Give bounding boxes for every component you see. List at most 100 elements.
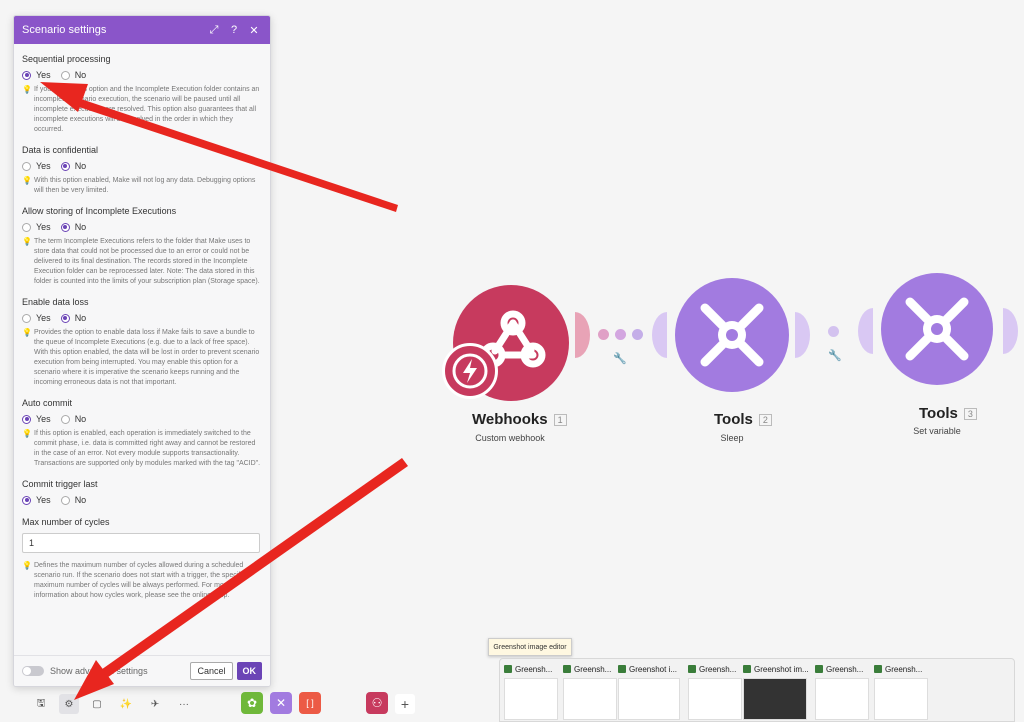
radio-label: No xyxy=(74,414,87,424)
taskbar-thumbnail[interactable]: Greensh... xyxy=(815,663,873,721)
radio-no[interactable]: No xyxy=(60,70,87,80)
section-title: Data is confidential xyxy=(22,145,99,155)
radio-dot[interactable] xyxy=(22,161,31,171)
app-tile-webhooks[interactable]: ⚇ xyxy=(366,692,388,714)
radio-yes[interactable]: Yes xyxy=(22,495,51,505)
radio-group: Yes No xyxy=(22,313,262,323)
add-module-button[interactable]: + xyxy=(395,694,415,714)
radio-dot[interactable] xyxy=(22,313,31,323)
panel-header: Scenario settings ⤢ ? ✕ xyxy=(14,16,270,44)
radio-yes[interactable]: Yes xyxy=(22,313,51,323)
radio-no[interactable]: No xyxy=(60,495,86,505)
greenshot-icon xyxy=(874,665,882,673)
task-label-text: Greenshot i... xyxy=(629,664,678,674)
module-tools-sleep[interactable] xyxy=(675,278,789,392)
close-icon[interactable]: ✕ xyxy=(246,24,262,37)
expand-icon[interactable]: ⤢ xyxy=(206,24,222,37)
radio-dot[interactable] xyxy=(22,222,31,232)
task-label: Greenshot im... xyxy=(743,663,811,675)
hint: 💡 With this option enabled, Make will not… xyxy=(22,176,262,196)
task-label-text: Greensh... xyxy=(826,664,864,674)
radio-group: Yes No xyxy=(22,414,262,424)
taskbar-thumbnail[interactable]: Greensh... xyxy=(874,663,932,721)
task-label: Greensh... xyxy=(874,663,932,675)
radio-label: No xyxy=(74,222,87,232)
taskbar-thumbnail[interactable]: Greensh... xyxy=(504,663,562,721)
radio-label: Yes xyxy=(36,161,51,171)
lightbulb-icon: 💡 xyxy=(22,85,32,94)
radio-label: No xyxy=(74,70,87,80)
airplane-icon[interactable]: ✈ xyxy=(145,694,165,714)
thumbnail-image xyxy=(743,678,807,720)
task-label: Greensh... xyxy=(504,663,562,675)
greenshot-icon xyxy=(563,665,571,673)
section-title: Sequential processing xyxy=(22,54,111,64)
radio-yes[interactable]: Yes xyxy=(22,222,51,232)
tools-icon xyxy=(700,303,764,367)
cancel-button[interactable]: Cancel xyxy=(190,662,233,680)
radio-no[interactable]: No xyxy=(60,222,87,232)
radio-dot[interactable] xyxy=(22,414,31,424)
lightbulb-icon: 💡 xyxy=(22,429,32,438)
link-dot xyxy=(828,326,839,337)
taskbar-thumbnails: Greensh... Greensh... Greenshot i... Gre… xyxy=(499,658,1015,722)
task-label-text: Greensh... xyxy=(885,664,923,674)
module-title: Webhooks 1 xyxy=(472,411,567,428)
gear-icon[interactable]: ⚙ xyxy=(59,694,79,714)
radio-yes[interactable]: Yes xyxy=(22,414,51,424)
radio-no[interactable]: No xyxy=(60,313,87,323)
taskbar-thumbnail[interactable]: Greensh... xyxy=(688,663,746,721)
wrench-icon[interactable]: 🔧 xyxy=(828,349,842,362)
radio-dot[interactable] xyxy=(22,70,31,80)
section-incomplete-executions: Allow storing of Incomplete Executions Y… xyxy=(22,206,262,287)
thumbnail-image xyxy=(874,678,928,720)
wrench-icon[interactable]: 🔧 xyxy=(613,352,627,365)
radio-dot[interactable] xyxy=(60,161,70,171)
section-auto-commit: Auto commit Yes No 💡 If this option is en… xyxy=(22,398,262,469)
help-icon[interactable]: ? xyxy=(226,24,242,36)
magic-wand-icon[interactable]: ✨ xyxy=(116,694,136,714)
radio-no[interactable]: No xyxy=(60,414,87,424)
lightbulb-icon: 💡 xyxy=(22,328,32,337)
link-dot xyxy=(598,329,609,340)
radio-yes[interactable]: Yes xyxy=(22,161,51,171)
radio-dot[interactable] xyxy=(60,495,70,505)
radio-label: No xyxy=(74,313,87,323)
radio-label: Yes xyxy=(36,313,51,323)
more-icon[interactable]: ··· xyxy=(174,694,194,714)
radio-yes[interactable]: Yes xyxy=(22,70,51,80)
lightning-icon xyxy=(452,353,488,389)
module-number: 2 xyxy=(758,413,772,426)
radio-no[interactable]: No xyxy=(60,161,86,171)
radio-dot[interactable] xyxy=(60,313,70,323)
radio-label: Yes xyxy=(36,70,51,80)
thumbnail-image xyxy=(618,678,680,720)
app-tile-gear[interactable]: ✿ xyxy=(241,692,263,714)
thumbnail-image xyxy=(815,678,869,720)
app-tile-tools[interactable]: ✕ xyxy=(270,692,292,714)
taskbar-thumbnail[interactable]: Greenshot i... xyxy=(618,663,684,721)
lightbulb-icon: 💡 xyxy=(22,176,32,185)
radio-dot[interactable] xyxy=(60,222,70,232)
radio-label: Yes xyxy=(36,495,51,505)
ok-button[interactable]: OK xyxy=(236,662,262,680)
taskbar-thumbnail[interactable]: Greensh... xyxy=(563,663,621,721)
taskbar-thumbnail[interactable]: Greenshot im... xyxy=(743,663,811,721)
radio-dot[interactable] xyxy=(60,414,70,424)
module-name: Webhooks xyxy=(472,411,548,428)
hint-text: If you enable this option and the Incomp… xyxy=(34,86,260,133)
greenshot-icon xyxy=(688,665,696,673)
save-icon[interactable]: 🖫 xyxy=(31,694,51,714)
max-cycles-input[interactable]: 1 xyxy=(22,533,260,553)
panel-title: Scenario settings xyxy=(22,24,107,36)
app-tile-brackets[interactable]: [ ] xyxy=(299,692,321,714)
hint: 💡 Defines the maximum number of cycles al… xyxy=(22,561,262,601)
section-commit-trigger-last: Commit trigger last Yes No xyxy=(22,479,262,505)
notes-icon[interactable]: ▢ xyxy=(87,694,107,714)
advanced-settings-toggle[interactable] xyxy=(22,666,44,676)
radio-dot[interactable] xyxy=(22,495,31,505)
module-tools-set-variable[interactable] xyxy=(881,273,993,385)
radio-dot[interactable] xyxy=(60,70,70,80)
section-data-loss: Enable data loss Yes No 💡 Provides the op… xyxy=(22,297,262,388)
thumbnail-image xyxy=(504,678,558,720)
